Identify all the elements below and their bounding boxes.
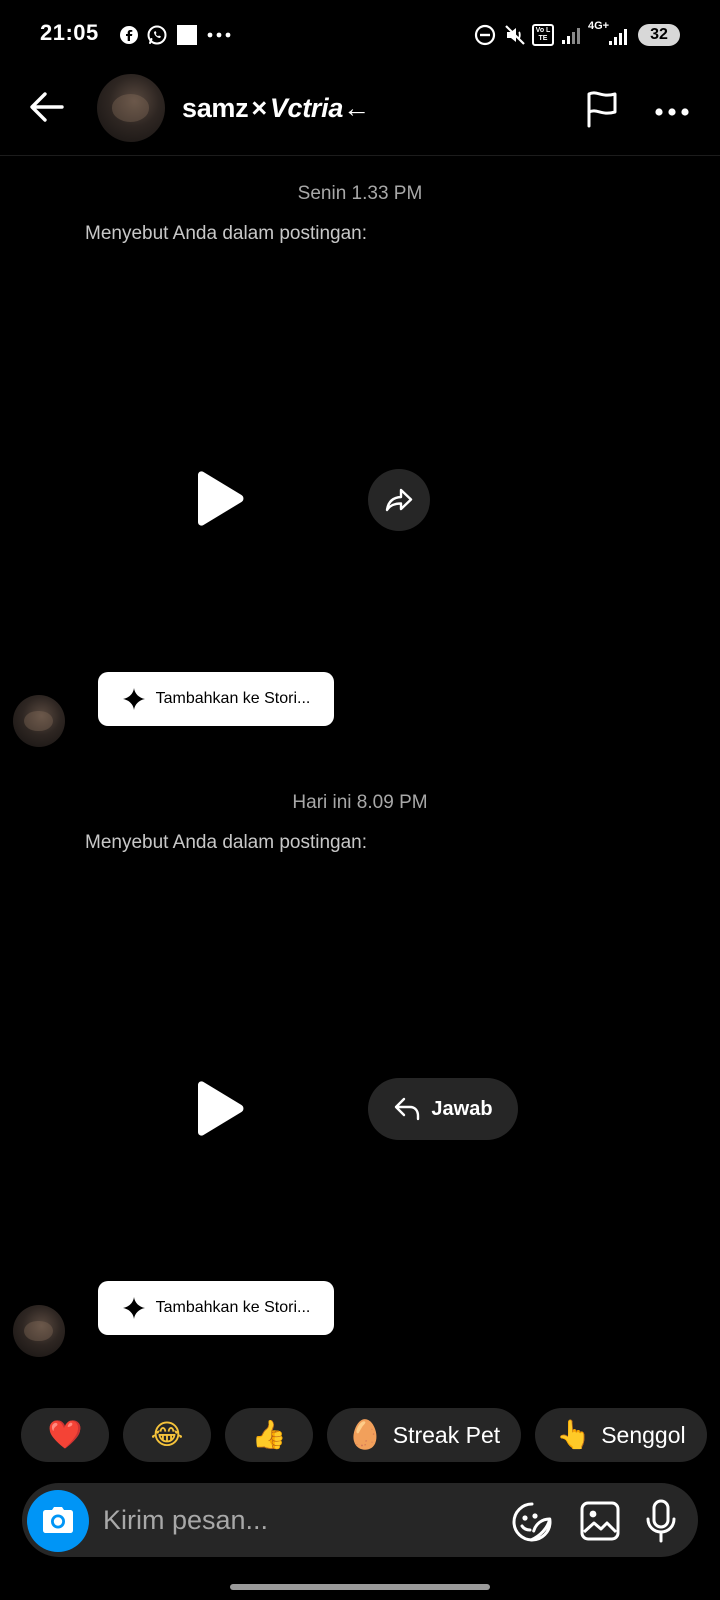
square-icon xyxy=(176,24,198,46)
shared-post[interactable] xyxy=(85,265,425,650)
sticker-button[interactable] xyxy=(510,1500,554,1544)
sparkle-icon xyxy=(122,688,145,710)
volte-label: Vo LTE xyxy=(535,27,551,42)
back-arrow-icon xyxy=(30,92,64,122)
camera-icon xyxy=(43,1507,73,1533)
more-icon xyxy=(655,108,689,116)
header-divider xyxy=(0,155,720,156)
mute-icon xyxy=(504,24,526,46)
pointing-hand-icon: 👆 xyxy=(556,1418,592,1451)
message-timestamp: Senin 1.33 PM xyxy=(297,183,423,204)
back-button[interactable] xyxy=(28,90,68,126)
more-dots-icon xyxy=(206,24,232,46)
reply-label: Jawab xyxy=(431,1097,493,1120)
quick-reaction-laugh[interactable]: 😂 xyxy=(123,1408,211,1462)
senggol-chip[interactable]: 👆 Senggol xyxy=(535,1408,707,1462)
page-title[interactable]: samz × Vctria← xyxy=(182,93,370,124)
flag-icon xyxy=(587,91,617,128)
volte-icon: Vo LTE xyxy=(532,24,554,46)
play-button[interactable] xyxy=(192,1080,248,1140)
title-part1: samz xyxy=(182,93,249,123)
add-to-story-label: Tambahkan ke Stori... xyxy=(155,1299,311,1316)
4g-signal-icon: 4G+ xyxy=(588,20,632,48)
report-button[interactable] xyxy=(584,90,620,128)
mention-text: Menyebut Anda dalam postingan: xyxy=(85,223,368,244)
play-icon xyxy=(198,471,244,526)
sparkle-icon xyxy=(122,1297,145,1319)
add-to-story-button[interactable]: Tambahkan ke Stori... xyxy=(98,672,334,726)
thumbs-up-icon: 👍 xyxy=(251,1418,287,1451)
battery-indicator: 32 xyxy=(638,24,680,46)
shared-post[interactable] xyxy=(85,875,425,1260)
add-to-story-label: Tambahkan ke Stori... xyxy=(155,690,311,707)
title-arrow: ← xyxy=(343,93,370,123)
more-options-button[interactable] xyxy=(654,104,690,116)
play-button[interactable] xyxy=(192,470,248,530)
share-arrow-icon xyxy=(385,488,413,512)
quick-reaction-thumbs-up[interactable]: 👍 xyxy=(225,1408,313,1462)
reply-button[interactable]: Jawab xyxy=(368,1078,518,1140)
senggol-label: Senggol xyxy=(601,1421,686,1448)
sticker-icon xyxy=(512,1502,552,1542)
sender-avatar[interactable] xyxy=(13,695,65,747)
network-label: 4G+ xyxy=(588,20,610,32)
play-icon xyxy=(198,1081,244,1136)
message-input[interactable]: Kirim pesan... xyxy=(103,1505,268,1536)
add-to-story-button[interactable]: Tambahkan ke Stori... xyxy=(98,1281,334,1335)
title-cross: × xyxy=(251,93,267,123)
microphone-button[interactable] xyxy=(644,1498,680,1546)
mention-text: Menyebut Anda dalam postingan: xyxy=(85,832,368,853)
share-button[interactable] xyxy=(368,469,430,531)
camera-button[interactable] xyxy=(27,1490,89,1552)
status-time: 21:05 xyxy=(40,20,99,45)
reply-arrow-icon xyxy=(395,1097,420,1121)
facebook-icon xyxy=(118,24,140,46)
home-indicator[interactable] xyxy=(230,1584,490,1590)
laughing-face-icon: 😂 xyxy=(150,1418,184,1451)
streak-pet-label: Streak Pet xyxy=(392,1421,501,1448)
sender-avatar[interactable] xyxy=(13,1305,65,1357)
gallery-button[interactable] xyxy=(579,1500,623,1544)
signal-icon xyxy=(560,24,584,46)
heart-icon: ❤️ xyxy=(47,1418,83,1451)
avatar[interactable] xyxy=(97,74,165,142)
image-icon xyxy=(580,1501,620,1541)
message-timestamp: Hari ini 8.09 PM xyxy=(292,792,428,813)
title-part2: Vctria xyxy=(269,93,344,123)
microphone-icon xyxy=(646,1499,676,1543)
quick-reaction-heart[interactable]: ❤️ xyxy=(21,1408,109,1462)
egg-icon: 🥚 xyxy=(347,1418,383,1451)
whatsapp-icon xyxy=(146,24,168,46)
dnd-icon xyxy=(474,24,496,46)
streak-pet-chip[interactable]: 🥚 Streak Pet xyxy=(327,1408,521,1462)
